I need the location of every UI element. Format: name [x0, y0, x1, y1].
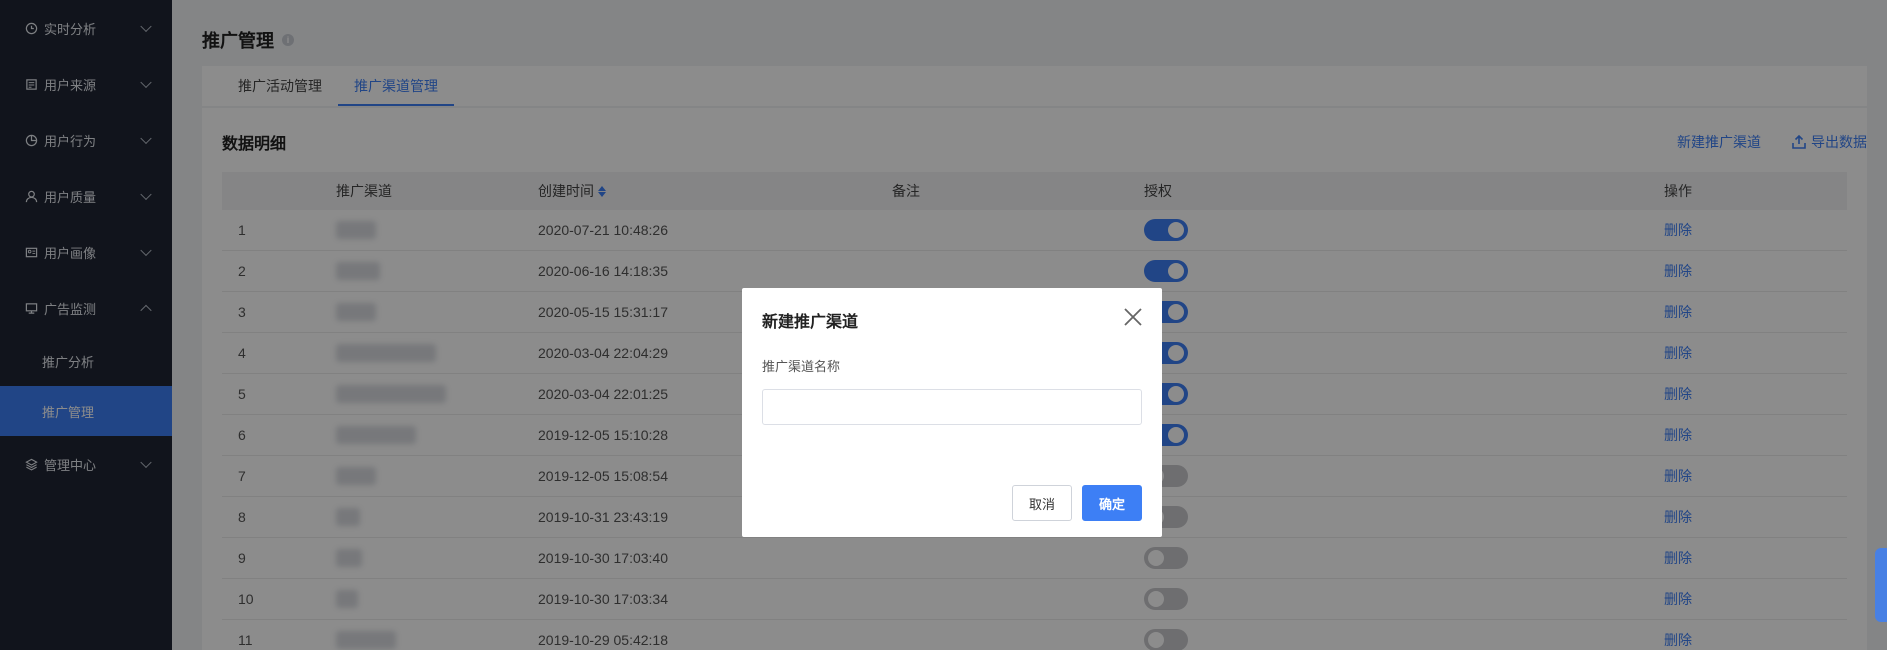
- channel-name-label: 推广渠道名称: [762, 359, 841, 374]
- cancel-button[interactable]: 取消: [1012, 485, 1072, 521]
- channel-name-input[interactable]: [762, 389, 1142, 425]
- side-float-tab[interactable]: [1875, 548, 1887, 622]
- confirm-button[interactable]: 确定: [1082, 485, 1142, 521]
- dialog-title: 新建推广渠道: [762, 314, 859, 331]
- close-icon[interactable]: [1122, 306, 1144, 328]
- new-channel-dialog: 新建推广渠道 推广渠道名称 取消 确定: [742, 288, 1162, 537]
